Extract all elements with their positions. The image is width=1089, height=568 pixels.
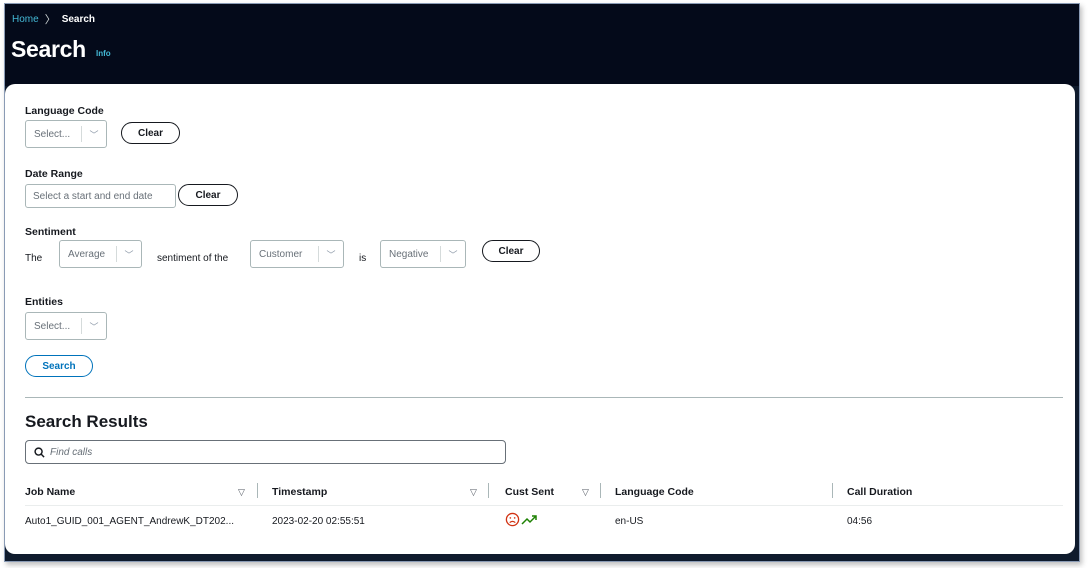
sort-down-icon[interactable]: ▽	[582, 487, 589, 498]
language-code-label: Language Code	[25, 105, 104, 117]
app-window: Home 〉 Search Search Info Language Code …	[4, 3, 1080, 562]
cell-job-name[interactable]: Auto1_GUID_001_AGENT_AndrewK_DT202...	[25, 516, 234, 527]
language-code-select[interactable]: Select... ﹀	[25, 120, 107, 148]
chevron-down-icon: ﹀	[326, 249, 336, 260]
cell-cust-sent	[505, 512, 539, 527]
entities-select-value: Select...	[34, 320, 71, 332]
sentiment-is-text: is	[359, 253, 367, 264]
search-icon	[34, 446, 45, 458]
info-link[interactable]: Info	[96, 49, 111, 58]
find-calls-input[interactable]: Find calls	[25, 440, 506, 464]
sentiment-polarity-select[interactable]: Negative ﹀	[380, 240, 466, 268]
sad-face-icon	[505, 512, 520, 527]
entities-select[interactable]: Select... ﹀	[25, 312, 107, 340]
column-header-cust-sent[interactable]: Cust Sent	[505, 486, 554, 498]
sentiment-middle-text: sentiment of the	[157, 253, 229, 264]
sort-down-icon[interactable]: ▽	[238, 487, 245, 498]
search-results-heading: Search Results	[25, 412, 148, 431]
search-button[interactable]: Search	[25, 355, 93, 377]
column-header-call-duration[interactable]: Call Duration	[847, 486, 912, 498]
sentiment-participant-select[interactable]: Customer ﹀	[250, 240, 344, 268]
search-panel: Language Code Select... ﹀ Clear Date Ran…	[5, 84, 1075, 554]
date-range-clear-button[interactable]: Clear	[178, 184, 238, 206]
sentiment-aggregate-value: Average	[68, 248, 106, 260]
page-title: Search	[11, 36, 86, 62]
column-separator[interactable]	[257, 483, 258, 498]
table-header-divider	[25, 505, 1063, 506]
entities-label: Entities	[25, 296, 63, 308]
breadcrumb: Home 〉 Search	[12, 11, 95, 27]
column-separator[interactable]	[488, 483, 489, 498]
sentiment-clear-button[interactable]: Clear	[482, 240, 540, 262]
breadcrumb-current: Search	[61, 13, 96, 25]
chevron-down-icon: ﹀	[448, 249, 458, 260]
column-header-job-name[interactable]: Job Name	[25, 486, 75, 498]
breadcrumb-home-link[interactable]: Home	[12, 14, 39, 25]
sentiment-label: Sentiment	[25, 226, 76, 238]
page-header: Home 〉 Search Search Info	[5, 4, 1079, 86]
sentiment-prefix-text: The	[25, 253, 43, 264]
trend-up-icon	[521, 514, 537, 525]
column-header-timestamp[interactable]: Timestamp	[272, 486, 327, 498]
cell-call-duration: 04:56	[847, 516, 873, 527]
chevron-down-icon: ﹀	[124, 249, 134, 260]
date-range-label: Date Range	[25, 168, 83, 180]
chevron-down-icon: ﹀	[89, 321, 99, 332]
sort-down-icon[interactable]: ▽	[470, 487, 477, 498]
column-separator[interactable]	[600, 483, 601, 498]
date-range-input[interactable]: Select a start and end date	[25, 184, 176, 208]
chevron-down-icon: ﹀	[89, 129, 99, 140]
cell-timestamp: 2023-02-20 02:55:51	[272, 516, 365, 527]
breadcrumb-separator-icon: 〉	[44, 14, 56, 26]
sentiment-participant-value: Customer	[259, 248, 303, 260]
sentiment-aggregate-select[interactable]: Average ﹀	[59, 240, 142, 268]
cell-language-code: en-US	[615, 516, 644, 527]
column-header-language-code[interactable]: Language Code	[615, 486, 694, 498]
language-code-clear-button[interactable]: Clear	[121, 122, 180, 144]
column-separator[interactable]	[832, 483, 833, 498]
language-code-select-value: Select...	[34, 128, 71, 140]
sentiment-polarity-value: Negative	[389, 248, 429, 260]
find-calls-placeholder: Find calls	[50, 446, 93, 458]
section-divider	[25, 397, 1063, 398]
